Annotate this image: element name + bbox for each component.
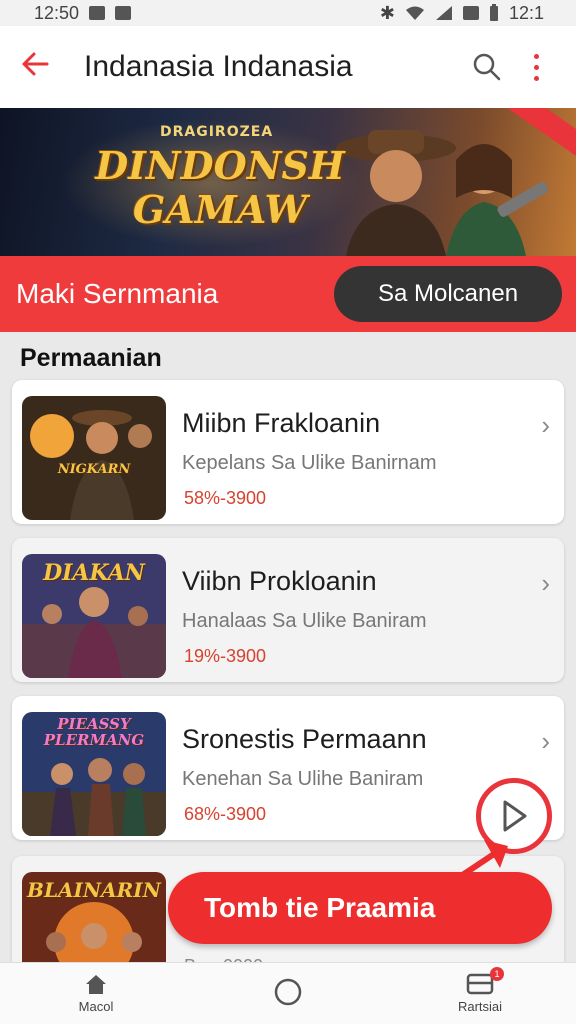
battery-icon xyxy=(489,4,498,21)
thumb-label: NIGKARN xyxy=(57,462,131,477)
back-button[interactable] xyxy=(20,49,80,85)
nav-label: Macol xyxy=(78,999,114,1014)
promo-bar: Maki Sernmania Sa Molcanen xyxy=(0,256,576,332)
signal-icon xyxy=(435,6,452,20)
game-name: Sronestis Permaann xyxy=(182,724,427,754)
more-options-button[interactable] xyxy=(516,42,556,92)
data-icon xyxy=(462,6,479,20)
promo-label: Maki Sernmania xyxy=(16,278,219,309)
game-desc: Kepelans Sa Ulike Banirnam xyxy=(182,452,437,474)
hero-banner[interactable]: DRAGIROZEA DINDONSH GAMAW xyxy=(0,108,576,256)
game-desc: Hanalaas Sa Ulike Baniram xyxy=(182,610,427,632)
chevron-right-icon: › xyxy=(541,410,550,440)
notification-icon xyxy=(89,6,106,20)
nav-item-inbox[interactable]: Rartsiai 1 xyxy=(384,963,576,1024)
nav-item-center[interactable] xyxy=(192,963,384,1024)
notification-badge: 1 xyxy=(490,967,504,981)
thumb-label: PIEASSY PLERMANG xyxy=(43,715,145,749)
game-name: Viibn Prokloanin xyxy=(182,566,377,596)
media-icon xyxy=(115,6,132,20)
more-vert-dot xyxy=(533,64,539,70)
banner-title: DINDONSH GAMAW xyxy=(95,143,345,232)
page-title: Indanasia Indanasia xyxy=(84,50,353,83)
game-range: 68%-3900 xyxy=(184,804,267,824)
arrow-left-icon xyxy=(22,52,49,76)
game-name: Miibn Frakloanin xyxy=(182,408,381,438)
nav-item-home[interactable]: Macol xyxy=(0,963,192,1024)
section-title: Permaanian xyxy=(20,344,162,372)
banner-subtitle: DRAGIROZEA xyxy=(160,124,274,140)
game-thumbnail: NIGKARN xyxy=(22,396,166,520)
game-thumbnail: BLAINARIN xyxy=(22,872,166,976)
tutorial-callout[interactable]: Tomb tie Praamia xyxy=(168,872,552,944)
game-range: 19%-3900 xyxy=(184,646,267,666)
thumb-label: DIAKAN xyxy=(43,560,145,586)
wifi-icon xyxy=(405,6,424,20)
game-card[interactable]: NIGKARN Miibn Frakloanin Kepelans Sa Uli… xyxy=(12,380,564,524)
bluetooth-icon: ✱ xyxy=(379,2,395,23)
search-icon xyxy=(473,53,501,81)
search-button[interactable] xyxy=(462,42,512,92)
status-time-left: 12:50 xyxy=(34,2,80,23)
game-desc: Kenehan Sa Ulihe Baniram xyxy=(182,768,424,790)
nav-label: Rartsiai xyxy=(457,999,503,1014)
chevron-right-icon: › xyxy=(541,726,550,756)
game-thumbnail: DIAKAN xyxy=(22,554,166,678)
home-icon xyxy=(86,975,106,994)
chevron-right-icon: › xyxy=(541,568,550,598)
circle-icon xyxy=(274,978,302,1005)
app-bar: Indanasia Indanasia xyxy=(0,26,576,108)
more-vert-icon xyxy=(533,53,539,59)
promo-pill-button[interactable]: Sa Molcanen xyxy=(334,266,562,322)
game-thumbnail: PIEASSY PLERMANG xyxy=(22,712,166,836)
thumb-label: BLAINARIN xyxy=(27,878,161,902)
status-time-right: 12:1 xyxy=(508,2,544,23)
game-range: 58%-3900 xyxy=(184,488,267,508)
game-card[interactable]: DIAKAN Viibn Prokloanin Hanalaas Sa Ulik… xyxy=(12,538,564,682)
bottom-navigation: Macol Rartsiai 1 xyxy=(0,962,576,1024)
thumb-art xyxy=(22,396,166,520)
more-vert-dot xyxy=(533,75,539,81)
status-bar: 12:50 ✱ 12:1 xyxy=(0,0,576,26)
